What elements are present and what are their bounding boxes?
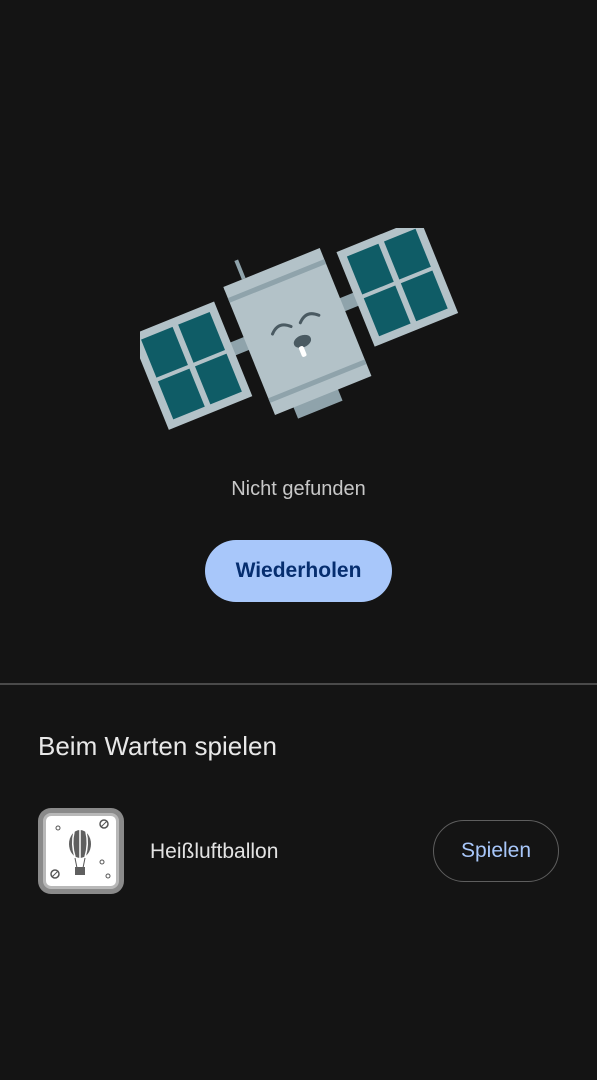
error-message: Nicht gefunden [231, 478, 366, 500]
retry-button[interactable]: Wiederholen [205, 540, 392, 602]
section-title: Beim Warten spielen [38, 731, 277, 761]
play-button[interactable]: Spielen [433, 820, 559, 882]
sleeping-satellite-icon [130, 218, 460, 448]
game-title: Heißluftballon [150, 840, 279, 863]
section-divider [0, 683, 597, 685]
game-list-item: Heißluftballon Spielen [0, 806, 597, 898]
hot-air-balloon-game-icon[interactable] [38, 808, 124, 894]
